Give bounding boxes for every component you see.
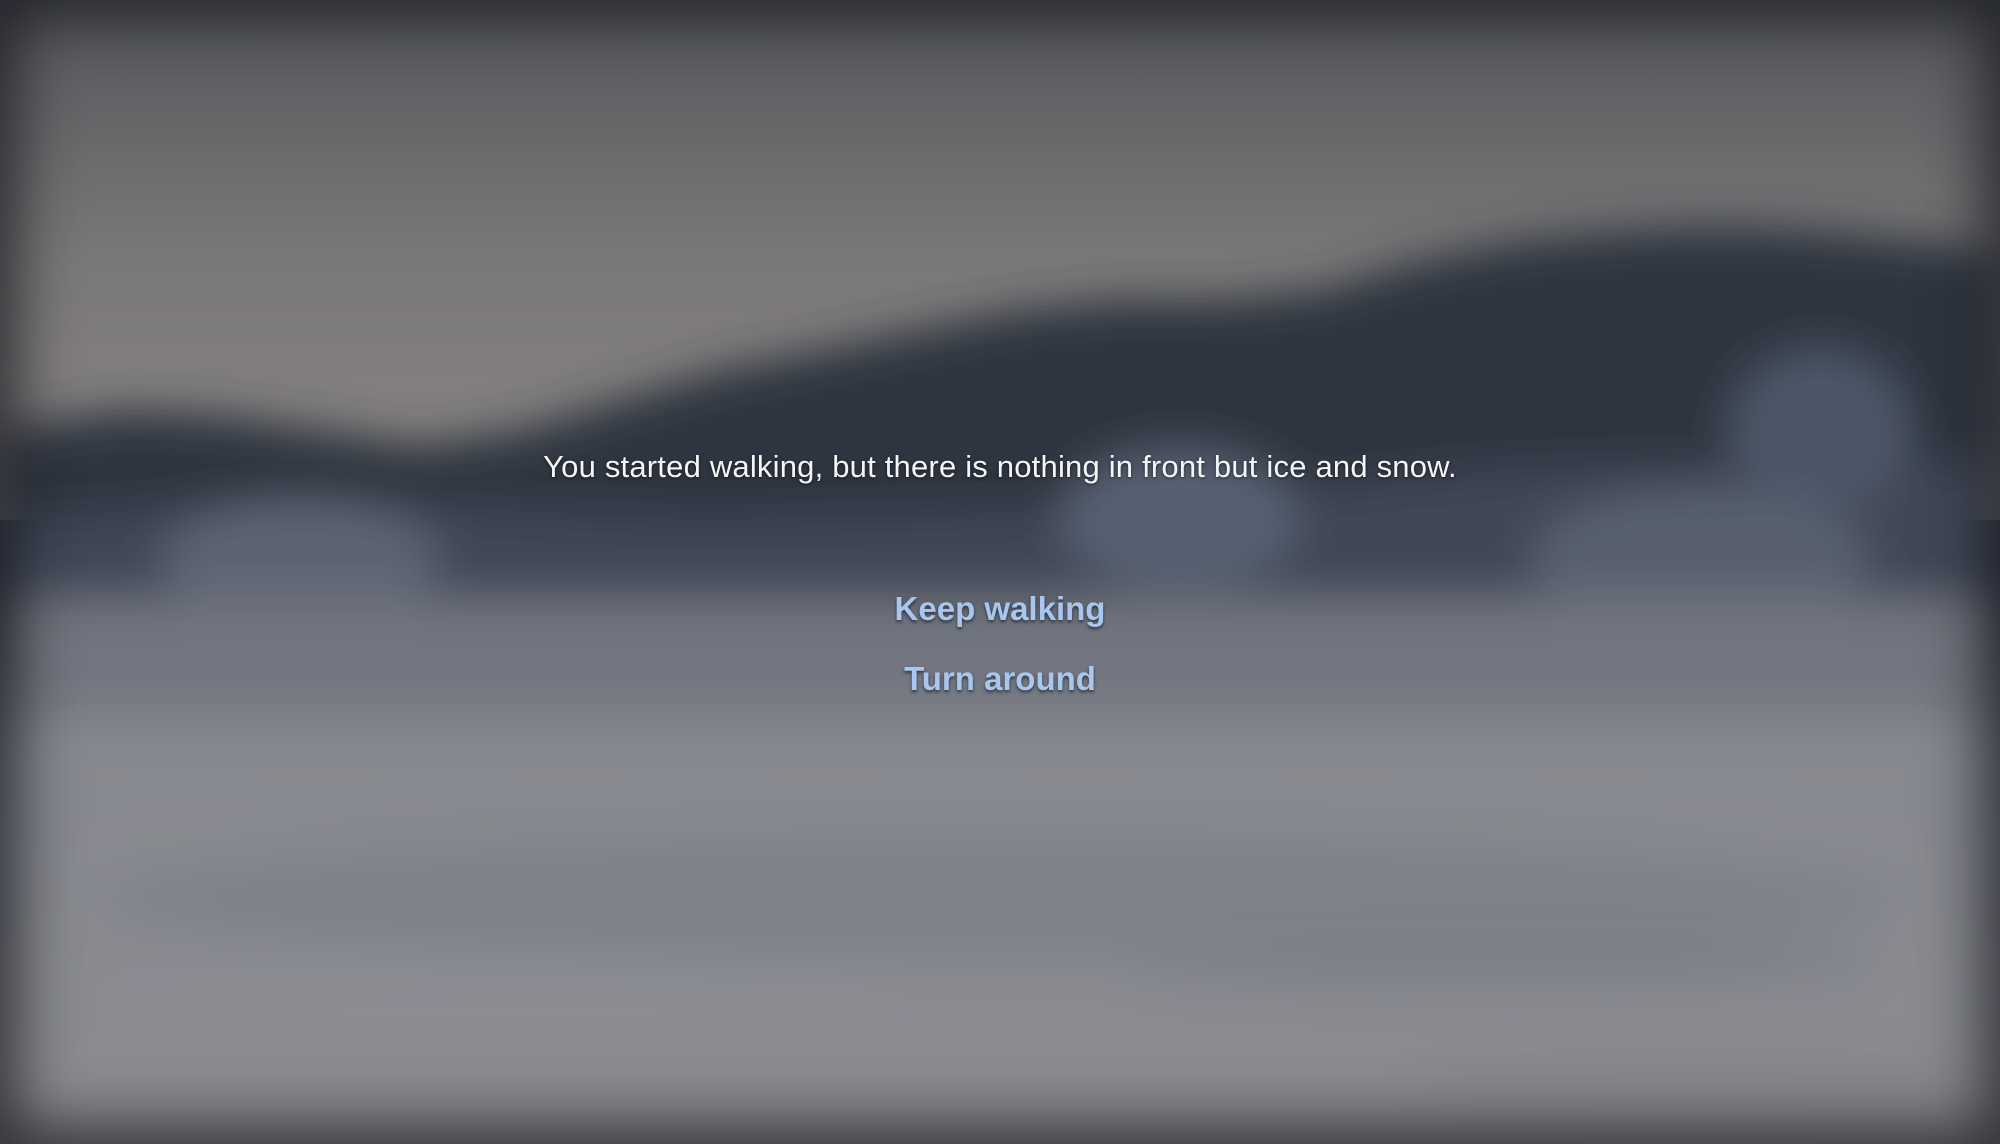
choice-list: Keep walking Turn around <box>0 585 2000 725</box>
dialogue-panel: You started walking, but there is nothin… <box>0 0 2000 1144</box>
choice-turn-around[interactable]: Turn around <box>892 655 1108 703</box>
choice-keep-walking[interactable]: Keep walking <box>883 585 1118 633</box>
narration-text: You started walking, but there is nothin… <box>543 449 1457 484</box>
game-scene: You started walking, but there is nothin… <box>0 0 2000 1144</box>
